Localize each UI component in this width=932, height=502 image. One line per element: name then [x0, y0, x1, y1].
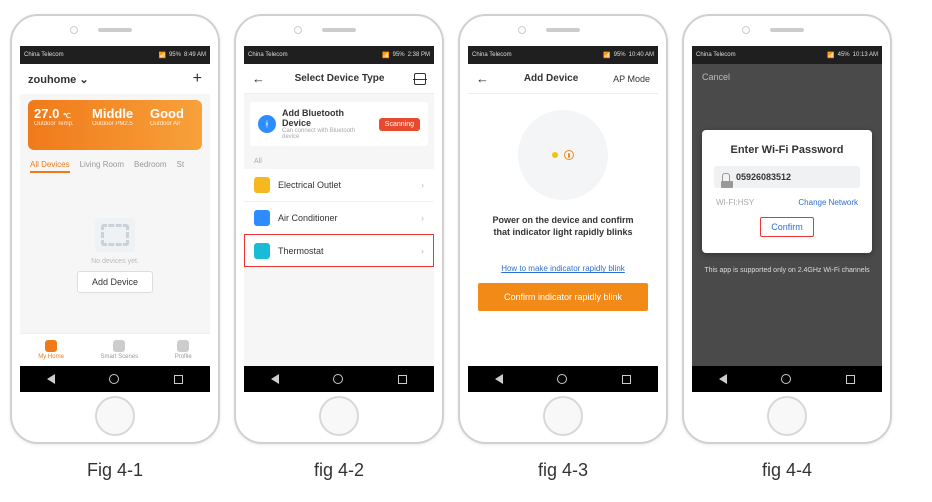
bluetooth-row[interactable]: ᚼ Add Bluetooth Device Can connect with …: [250, 102, 428, 146]
confirm-button[interactable]: Confirm: [760, 217, 814, 237]
card-title: Enter Wi-Fi Password: [731, 144, 844, 156]
home-dropdown[interactable]: zouhome ⌄: [28, 73, 89, 86]
bluetooth-icon: ᚼ: [258, 115, 276, 133]
weather-card[interactable]: 27.0 ℃ Outdoor Temp. Middle Outdoor PM2.…: [28, 100, 202, 150]
status-bar: China Telecom 📶95%2:38 PM: [244, 46, 434, 64]
page-title: Add Device: [489, 73, 613, 84]
device-thermostat[interactable]: Thermostat ›: [244, 234, 434, 267]
device-electrical-outlet[interactable]: Electrical Outlet ›: [244, 169, 434, 201]
room-tabs: All Devices Living Room Bedroom St: [20, 156, 210, 177]
profile-icon: [177, 340, 189, 352]
nav-profile[interactable]: Profile: [175, 340, 192, 360]
thermostat-icon: [254, 243, 270, 259]
ap-mode-link[interactable]: AP Mode: [613, 74, 650, 84]
ac-icon: [254, 210, 270, 226]
hw-home-button[interactable]: [767, 396, 807, 436]
fig-4-2: China Telecom 📶95%2:38 PM ← Select Devic…: [234, 14, 444, 481]
hw-home-button[interactable]: [543, 396, 583, 436]
figure-row: China Telecom 📶95%8:49 AM zouhome ⌄ + 27…: [0, 0, 932, 485]
cancel-button[interactable]: Cancel: [692, 64, 882, 90]
android-nav: [20, 366, 210, 392]
tab-bedroom[interactable]: Bedroom: [134, 160, 166, 173]
caption: fig 4-4: [762, 460, 812, 481]
instruction-text: Power on the device and confirmthat indi…: [492, 214, 633, 238]
status-bar: China Telecom 📶95%8:49 AM: [20, 46, 210, 64]
screen-select-type: China Telecom 📶95%2:38 PM ← Select Devic…: [244, 46, 434, 392]
empty-illustration: [95, 218, 135, 252]
confirm-blink-button[interactable]: Confirm indicator rapidly blink: [478, 283, 648, 311]
recents-button[interactable]: [398, 375, 407, 384]
bottom-nav: My Home Smart Scenes Profile: [20, 333, 210, 366]
device-air-conditioner[interactable]: Air Conditioner ›: [244, 201, 434, 234]
home-header: zouhome ⌄ +: [20, 64, 210, 94]
password-value: 05926083512: [736, 172, 791, 182]
status-bar: China Telecom 📶45%10:13 AM: [692, 46, 882, 64]
back-button[interactable]: [47, 374, 55, 384]
caption: fig 4-3: [538, 460, 588, 481]
screen-add-device: China Telecom 📶95%10:40 AM ← Add Device …: [468, 46, 658, 392]
home-icon: [45, 340, 57, 352]
back-button[interactable]: [719, 374, 727, 384]
scanning-badge: Scanning: [379, 118, 420, 131]
chevron-right-icon: ›: [421, 180, 424, 190]
smart-icon: [113, 340, 125, 352]
outlet-icon: [254, 177, 270, 193]
header: ← Add Device AP Mode: [468, 64, 658, 94]
scan-icon[interactable]: [414, 73, 426, 85]
recents-button[interactable]: [846, 375, 855, 384]
phone-frame: China Telecom 📶95%8:49 AM zouhome ⌄ + 27…: [10, 14, 220, 444]
nav-smart[interactable]: Smart Scenes: [100, 340, 138, 360]
add-device-button[interactable]: Add Device: [77, 271, 153, 293]
android-nav: [692, 366, 882, 392]
back-button[interactable]: [495, 374, 503, 384]
tab-all-devices[interactable]: All Devices: [30, 160, 70, 173]
chevron-right-icon: ›: [421, 246, 424, 256]
home-button[interactable]: [781, 374, 791, 384]
android-nav: [468, 366, 658, 392]
header: ← Select Device Type: [244, 64, 434, 94]
caption: Fig 4-1: [87, 460, 143, 481]
hw-home-button[interactable]: [95, 396, 135, 436]
phone-frame: China Telecom 📶95%10:40 AM ← Add Device …: [458, 14, 668, 444]
empty-text: No devices yet.: [91, 258, 139, 265]
screen-wifi-password: China Telecom 📶45%10:13 AM Cancel Enter …: [692, 46, 882, 392]
back-button[interactable]: [271, 374, 279, 384]
recents-button[interactable]: [622, 375, 631, 384]
home-button[interactable]: [109, 374, 119, 384]
lock-icon: [722, 173, 730, 182]
wifi-note: This app is supported only on 2.4GHz Wi-…: [692, 267, 882, 274]
back-icon[interactable]: ←: [476, 71, 489, 86]
status-bar: China Telecom 📶95%10:40 AM: [468, 46, 658, 64]
home-button[interactable]: [333, 374, 343, 384]
wifi-name: WI-FI:HSY: [716, 198, 754, 207]
indicator-illustration: [518, 110, 608, 200]
fig-4-4: China Telecom 📶45%10:13 AM Cancel Enter …: [682, 14, 892, 481]
led-icon: [552, 152, 558, 158]
back-icon[interactable]: ←: [252, 71, 265, 86]
power-icon: [564, 150, 574, 160]
help-link[interactable]: How to make indicator rapidly blink: [501, 264, 625, 273]
empty-state: No devices yet. Add Device: [20, 177, 210, 333]
tab-living-room[interactable]: Living Room: [80, 160, 124, 173]
fig-4-3: China Telecom 📶95%10:40 AM ← Add Device …: [458, 14, 668, 481]
screen-home: China Telecom 📶95%8:49 AM zouhome ⌄ + 27…: [20, 46, 210, 392]
phone-frame: China Telecom 📶95%2:38 PM ← Select Devic…: [234, 14, 444, 444]
page-title: Select Device Type: [265, 73, 414, 84]
fig-4-1: China Telecom 📶95%8:49 AM zouhome ⌄ + 27…: [10, 14, 220, 481]
section-all: All: [244, 154, 434, 169]
android-nav: [244, 366, 434, 392]
home-button[interactable]: [557, 374, 567, 384]
phone-frame: China Telecom 📶45%10:13 AM Cancel Enter …: [682, 14, 892, 444]
hw-home-button[interactable]: [319, 396, 359, 436]
add-icon[interactable]: +: [193, 70, 202, 88]
wifi-card: Enter Wi-Fi Password 05926083512 WI-FI:H…: [702, 130, 872, 253]
change-network-link[interactable]: Change Network: [798, 198, 858, 207]
chevron-right-icon: ›: [421, 213, 424, 223]
recents-button[interactable]: [174, 375, 183, 384]
password-input[interactable]: 05926083512: [714, 166, 860, 188]
tab-more[interactable]: St: [177, 160, 185, 173]
nav-home[interactable]: My Home: [38, 340, 64, 360]
caption: fig 4-2: [314, 460, 364, 481]
